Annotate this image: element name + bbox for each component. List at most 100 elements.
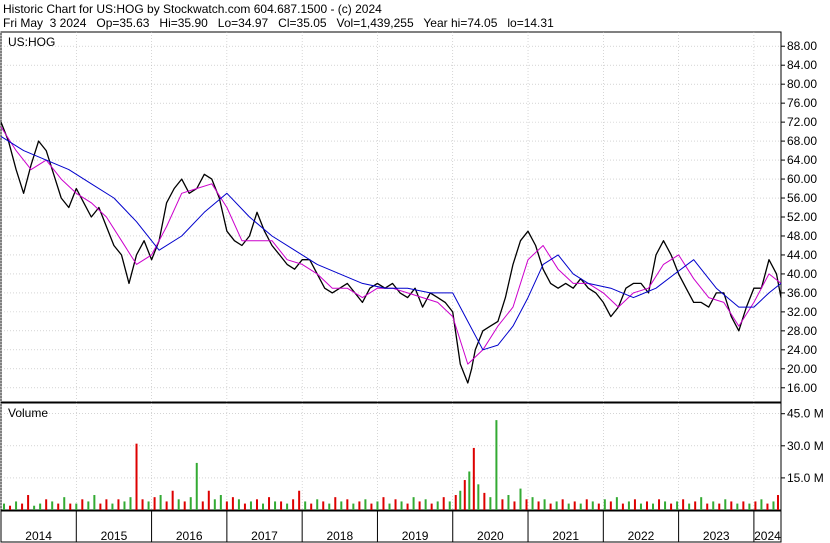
volume-bar xyxy=(658,499,661,510)
volume-bar xyxy=(340,501,343,510)
volume-bar xyxy=(676,501,679,510)
volume-bar xyxy=(358,501,361,510)
price-tick-label: 64.00 xyxy=(787,153,817,167)
price-tick-label: 72.00 xyxy=(787,115,817,129)
volume-bar xyxy=(177,499,180,510)
price-tick-label: 56.00 xyxy=(787,191,817,205)
volume-panel-title: Volume xyxy=(8,406,48,420)
volume-bar xyxy=(549,503,552,510)
volume-tick-label: 45.0 M xyxy=(787,407,824,421)
volume-bar xyxy=(207,490,210,510)
volume-bar xyxy=(111,503,114,510)
volume-bar xyxy=(165,501,168,510)
volume-bar xyxy=(304,501,307,510)
volume-bar xyxy=(195,462,198,510)
volume-bar xyxy=(243,503,246,510)
volume-bar xyxy=(463,480,466,510)
volume-bar xyxy=(472,447,475,510)
volume-bar xyxy=(33,505,36,510)
volume-bar xyxy=(231,497,234,510)
volume-bar xyxy=(468,471,471,510)
price-tick-label: 88.00 xyxy=(787,39,817,53)
volume-bar xyxy=(670,503,673,510)
volume-panel xyxy=(0,402,782,511)
volume-bar xyxy=(129,497,132,510)
volume-bar xyxy=(597,503,600,510)
volume-bar xyxy=(561,499,564,510)
volume-bar xyxy=(730,501,733,510)
volume-bar xyxy=(27,495,30,510)
volume-bar xyxy=(262,503,265,510)
x-tick-label: 2020 xyxy=(477,529,504,543)
volume-bar xyxy=(501,499,504,510)
volume-bar xyxy=(280,501,283,510)
x-tick-label: 2014 xyxy=(25,529,52,543)
volume-bar xyxy=(141,499,144,510)
price-tick-label: 44.00 xyxy=(787,248,817,262)
volume-bar xyxy=(573,501,576,510)
volume-bar xyxy=(700,497,703,510)
volume-bar xyxy=(652,503,655,510)
volume-bar xyxy=(645,501,648,510)
volume-bar xyxy=(286,503,289,510)
volume-bar xyxy=(489,497,492,510)
volume-bar xyxy=(298,490,301,510)
volume-bar xyxy=(633,499,636,510)
volume-bar xyxy=(555,501,558,510)
volume-bar xyxy=(766,503,769,510)
price-tick-label: 60.00 xyxy=(787,172,817,186)
volume-bar xyxy=(237,499,240,510)
volume-bar xyxy=(495,420,498,510)
volume-bar xyxy=(507,495,510,510)
volume-bar xyxy=(585,499,588,510)
volume-bar xyxy=(742,501,745,510)
volume-bar xyxy=(525,499,528,510)
volume-bar xyxy=(424,499,427,510)
volume-bar xyxy=(513,501,516,510)
volume-bar xyxy=(274,501,277,510)
volume-bar xyxy=(171,490,174,510)
volume-bar xyxy=(567,503,570,510)
price-tick-label: 76.00 xyxy=(787,96,817,110)
volume-bar xyxy=(712,501,715,510)
price-tick-label: 24.00 xyxy=(787,343,817,357)
volume-bar xyxy=(627,501,630,510)
volume-bar xyxy=(69,503,72,510)
volume-tick-label: 30.0 M xyxy=(787,439,824,453)
volume-bar xyxy=(45,499,48,510)
volume-bar xyxy=(477,484,480,510)
volume-bar xyxy=(615,497,618,510)
x-tick-label: 2017 xyxy=(251,529,278,543)
volume-bar xyxy=(159,495,162,510)
volume-bar xyxy=(603,499,606,510)
volume-bar xyxy=(316,499,319,510)
volume-bar xyxy=(201,501,204,510)
volume-bar xyxy=(664,501,667,510)
x-tick-label: 2023 xyxy=(703,529,730,543)
volume-bar xyxy=(718,503,721,510)
volume-bar xyxy=(322,501,325,510)
volume-bar xyxy=(406,503,409,510)
volume-bar xyxy=(724,499,727,510)
volume-bar xyxy=(682,499,685,510)
volume-bar xyxy=(748,503,751,510)
volume-bar xyxy=(621,503,624,510)
volume-bar xyxy=(225,501,228,510)
volume-bar xyxy=(760,499,763,510)
volume-bar xyxy=(21,503,24,510)
volume-tick-label: 15.0 M xyxy=(787,471,824,485)
volume-bar xyxy=(63,497,66,510)
volume-bar xyxy=(400,501,403,510)
volume-bar xyxy=(376,501,379,510)
volume-bar xyxy=(579,503,582,510)
volume-bar xyxy=(483,492,486,510)
x-tick-label: 2016 xyxy=(176,529,203,543)
volume-bar xyxy=(736,503,739,510)
volume-bar xyxy=(87,501,90,510)
volume-bar xyxy=(754,501,757,510)
x-tick-label: 2021 xyxy=(552,529,579,543)
volume-bar xyxy=(123,501,126,510)
volume-bar xyxy=(394,499,397,510)
volume-bar xyxy=(328,503,331,510)
volume-bar xyxy=(189,497,192,510)
